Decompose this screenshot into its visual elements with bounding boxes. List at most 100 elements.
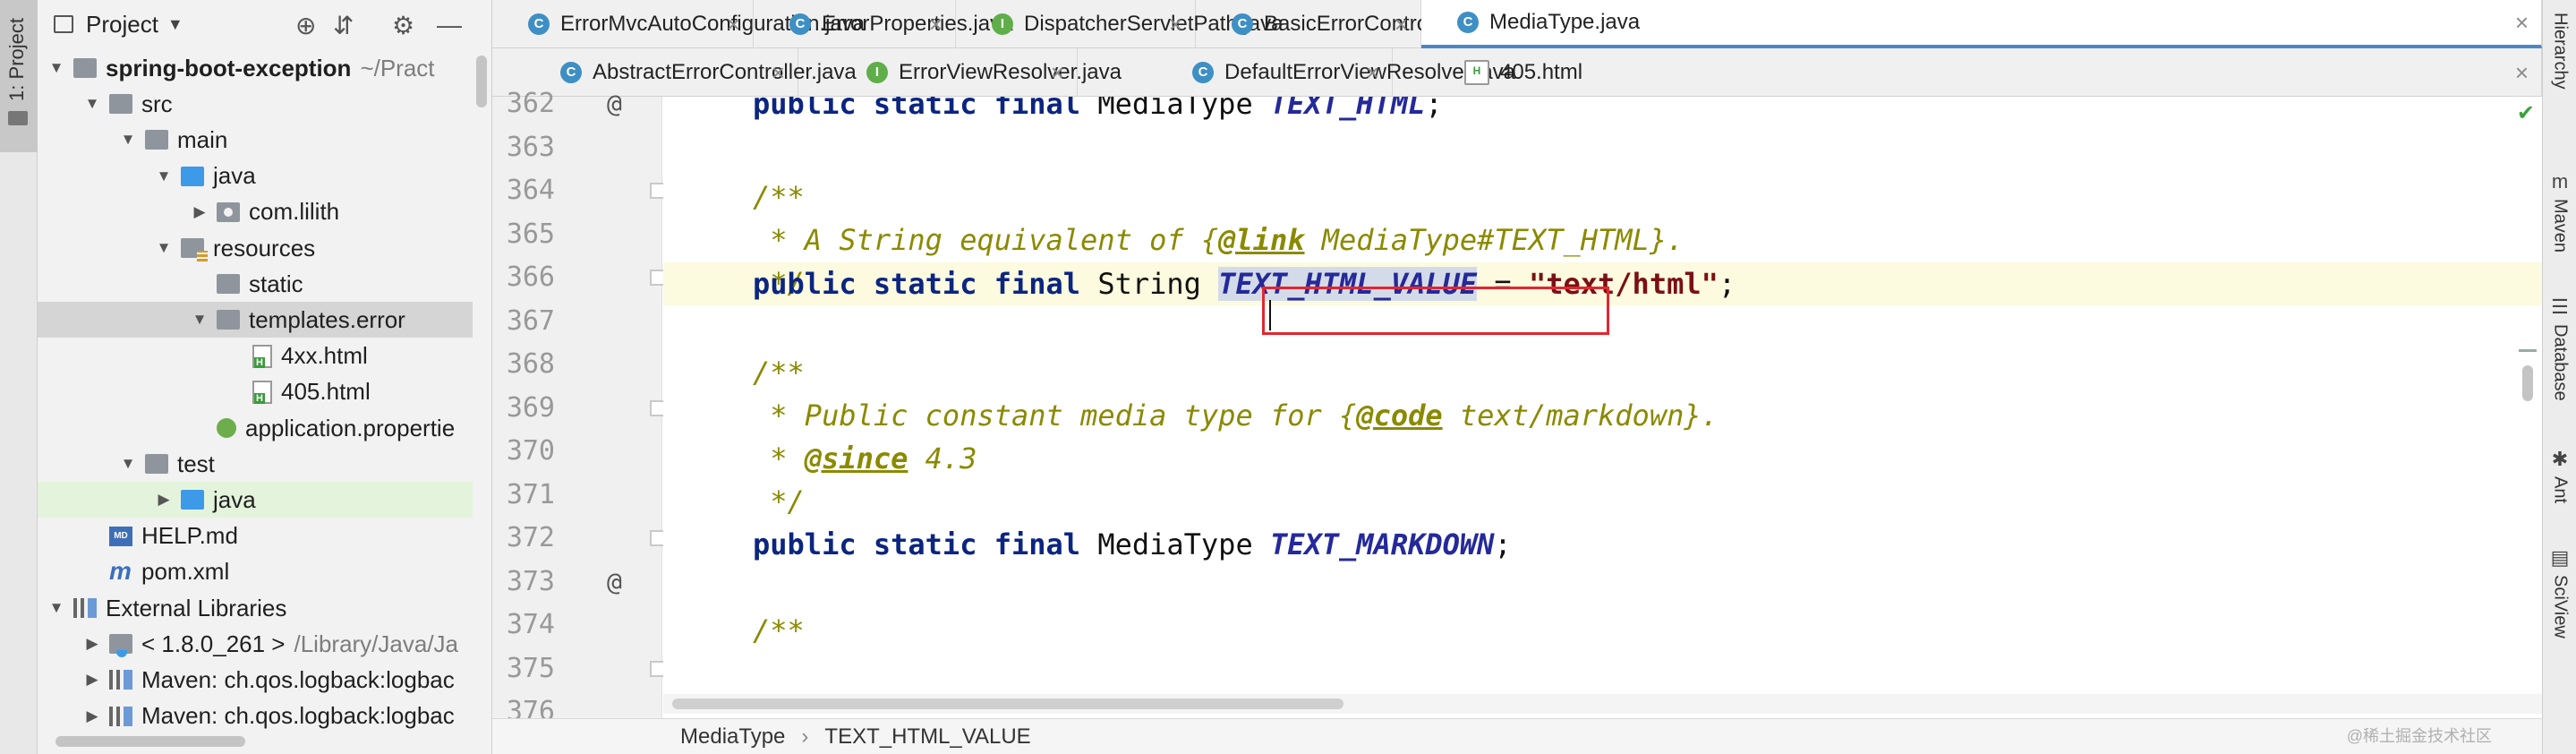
tree-item[interactable]: static: [38, 266, 473, 302]
close-icon[interactable]: ×: [772, 59, 785, 87]
tree-item[interactable]: ▶ < 1.8.0_261 > /Library/Java/Ja: [38, 626, 473, 662]
editor-tab[interactable]: C ErrorProperties.java ×: [754, 0, 1012, 48]
code-line-362[interactable]: public static final MediaType TEXT_HTML;: [753, 97, 1443, 125]
editor-tab[interactable]: I DispatcherServletPath.java ×: [956, 0, 1283, 48]
expand-arrow-open-icon[interactable]: ▼: [47, 59, 66, 77]
collapse-all-icon[interactable]: ⇵: [333, 11, 354, 40]
expand-arrow-closed-icon[interactable]: ▶: [82, 635, 102, 653]
maven-tool-tab[interactable]: m Maven: [2543, 170, 2576, 253]
tree-item[interactable]: ▼ test: [38, 446, 473, 482]
highlight-annotation-box: [1262, 287, 1609, 335]
tree-item[interactable]: ▶ com.lilith: [38, 194, 473, 230]
close-icon[interactable]: ×: [727, 11, 740, 39]
tree-item[interactable]: ▶ Maven: ch.qos.logback:logbac: [38, 698, 473, 734]
expand-arrow-closed-icon[interactable]: ▶: [82, 671, 102, 689]
tree-item[interactable]: m pom.xml: [38, 554, 473, 590]
editor-tab[interactable]: C ErrorMvcAutoConfiguration.java ×: [492, 0, 865, 48]
breadcrumb-item-class[interactable]: MediaType: [680, 724, 785, 750]
tree-item[interactable]: ▼ resources: [38, 230, 473, 266]
hierarchy-tool-tab[interactable]: Hierarchy: [2543, 13, 2576, 90]
close-icon[interactable]: ×: [929, 11, 943, 39]
chevron-down-icon[interactable]: ▼: [167, 15, 183, 34]
lib-icon: [109, 670, 132, 690]
expand-arrow-closed-icon[interactable]: ▶: [154, 491, 174, 509]
editor-tab-label: 405.html: [1500, 60, 1583, 84]
editor-vertical-scrollbar[interactable]: [2522, 365, 2533, 401]
tree-item[interactable]: ▼ java: [38, 159, 473, 194]
type-token: MediaType: [1097, 527, 1270, 561]
editor-tab-label: MediaType.java: [1489, 10, 1641, 34]
code-line-373[interactable]: public static final MediaType TEXT_MARKD…: [753, 523, 1512, 566]
tree-item[interactable]: MD HELP.md: [38, 518, 473, 554]
expand-arrow-open-icon[interactable]: ▼: [118, 131, 138, 149]
tree-item[interactable]: ▼ spring-boot-exception ~/Pract: [38, 50, 473, 86]
project-horizontal-scrollbar[interactable]: [55, 736, 245, 747]
close-icon[interactable]: ×: [1366, 59, 1379, 87]
editor-horizontal-scrollbar[interactable]: [663, 694, 2542, 714]
expand-arrow-open-icon[interactable]: ▼: [118, 455, 138, 473]
expand-arrow-open-icon[interactable]: ▼: [190, 311, 209, 329]
hide-panel-icon[interactable]: —: [437, 11, 462, 39]
editor-tab[interactable]: I ErrorViewResolver.java ×: [798, 48, 1122, 97]
close-icon[interactable]: ×: [2515, 59, 2529, 87]
code-line-375[interactable]: /**: [753, 609, 805, 652]
tree-item[interactable]: ▼ src: [38, 86, 473, 122]
database-tool-tab[interactable]: ☰ Database: [2543, 296, 2576, 401]
type-token: MediaType: [1097, 97, 1270, 121]
line-number: 365: [506, 218, 555, 250]
ant-tool-tab[interactable]: ✱ Ant: [2543, 448, 2576, 503]
checkmark-icon[interactable]: ✔: [2517, 100, 2535, 126]
line-number: 362: [506, 88, 555, 119]
code-line-364[interactable]: /**: [753, 176, 805, 218]
close-icon[interactable]: ×: [1169, 11, 1182, 39]
expand-arrow-closed-icon[interactable]: ▶: [82, 707, 102, 725]
close-icon[interactable]: ×: [1051, 59, 1064, 87]
tree-item[interactable]: ▶ Maven: ch.qos.logback:logbac: [38, 662, 473, 698]
code-line-369[interactable]: /**: [753, 351, 805, 394]
tree-item-label: templates.error: [249, 305, 405, 333]
editor-tab[interactable]: C DefaultErrorViewResolver.java ×: [1078, 48, 1515, 97]
project-vertical-scrollbar[interactable]: [476, 56, 487, 107]
expand-arrow-closed-icon[interactable]: ▶: [190, 203, 209, 221]
tree-item[interactable]: application.propertie: [38, 410, 473, 446]
tree-item[interactable]: 405.html: [38, 374, 473, 410]
close-icon[interactable]: ×: [2515, 9, 2529, 37]
jdk-icon: [109, 634, 132, 658]
tree-item[interactable]: 4xx.html: [38, 338, 473, 374]
error-stripe-marker[interactable]: [2519, 349, 2537, 352]
tree-item[interactable]: ▶ java: [38, 482, 473, 518]
expand-arrow-open-icon[interactable]: ▼: [47, 599, 66, 617]
expand-arrow-open-icon[interactable]: ▼: [154, 167, 174, 185]
project-tool-tab[interactable]: 1: Project: [0, 0, 38, 152]
code-line-372[interactable]: */: [753, 480, 805, 523]
java-interface-icon: I: [866, 62, 888, 83]
tree-item[interactable]: ▼ main: [38, 122, 473, 158]
expand-arrow-open-icon[interactable]: ▼: [154, 239, 174, 257]
code-line-370[interactable]: * Public constant media type for {@code …: [753, 394, 1719, 437]
java-class-icon: C: [560, 62, 582, 83]
gear-icon[interactable]: ⚙: [392, 11, 414, 40]
code-line-365[interactable]: * A String equivalent of {@link MediaTyp…: [753, 218, 1684, 261]
code-editor[interactable]: public static final MediaType TEXT_HTML;…: [663, 97, 2542, 718]
folder-gray-icon: [73, 58, 97, 78]
editor-tab[interactable]: C BasicErrorController.java ×: [1196, 0, 1501, 48]
breadcrumb-item-field[interactable]: TEXT_HTML_VALUE: [824, 724, 1030, 750]
folder-gray-icon: [109, 94, 132, 115]
breadcrumb: MediaType › TEXT_HTML_VALUE @稀土掘金技术社区: [492, 718, 2542, 754]
code-line-371[interactable]: * @since 4.3: [753, 437, 977, 480]
tree-item[interactable]: ▼ templates.error: [38, 302, 473, 338]
tree-item[interactable]: ▼ External Libraries: [38, 590, 473, 626]
override-marker-icon[interactable]: @: [607, 561, 622, 604]
project-panel-title[interactable]: Project: [86, 11, 158, 39]
locate-icon[interactable]: ⊕: [295, 11, 316, 40]
sciview-tool-tab[interactable]: ▤ SciView: [2543, 546, 2576, 638]
expand-arrow-open-icon[interactable]: ▼: [82, 95, 102, 113]
file-md-icon: MD: [109, 526, 132, 546]
editor-tab[interactable]: H 405.html ×: [1393, 48, 2542, 97]
close-icon[interactable]: ×: [1395, 11, 1408, 39]
ant-icon: ✱: [2551, 448, 2569, 470]
override-marker-icon[interactable]: @: [607, 82, 622, 125]
doc-text: MediaType#TEXT_HTML}.: [1304, 223, 1685, 257]
scrollbar-thumb[interactable]: [672, 698, 1343, 709]
editor-tab[interactable]: C MediaType.java ×: [1421, 0, 2542, 48]
